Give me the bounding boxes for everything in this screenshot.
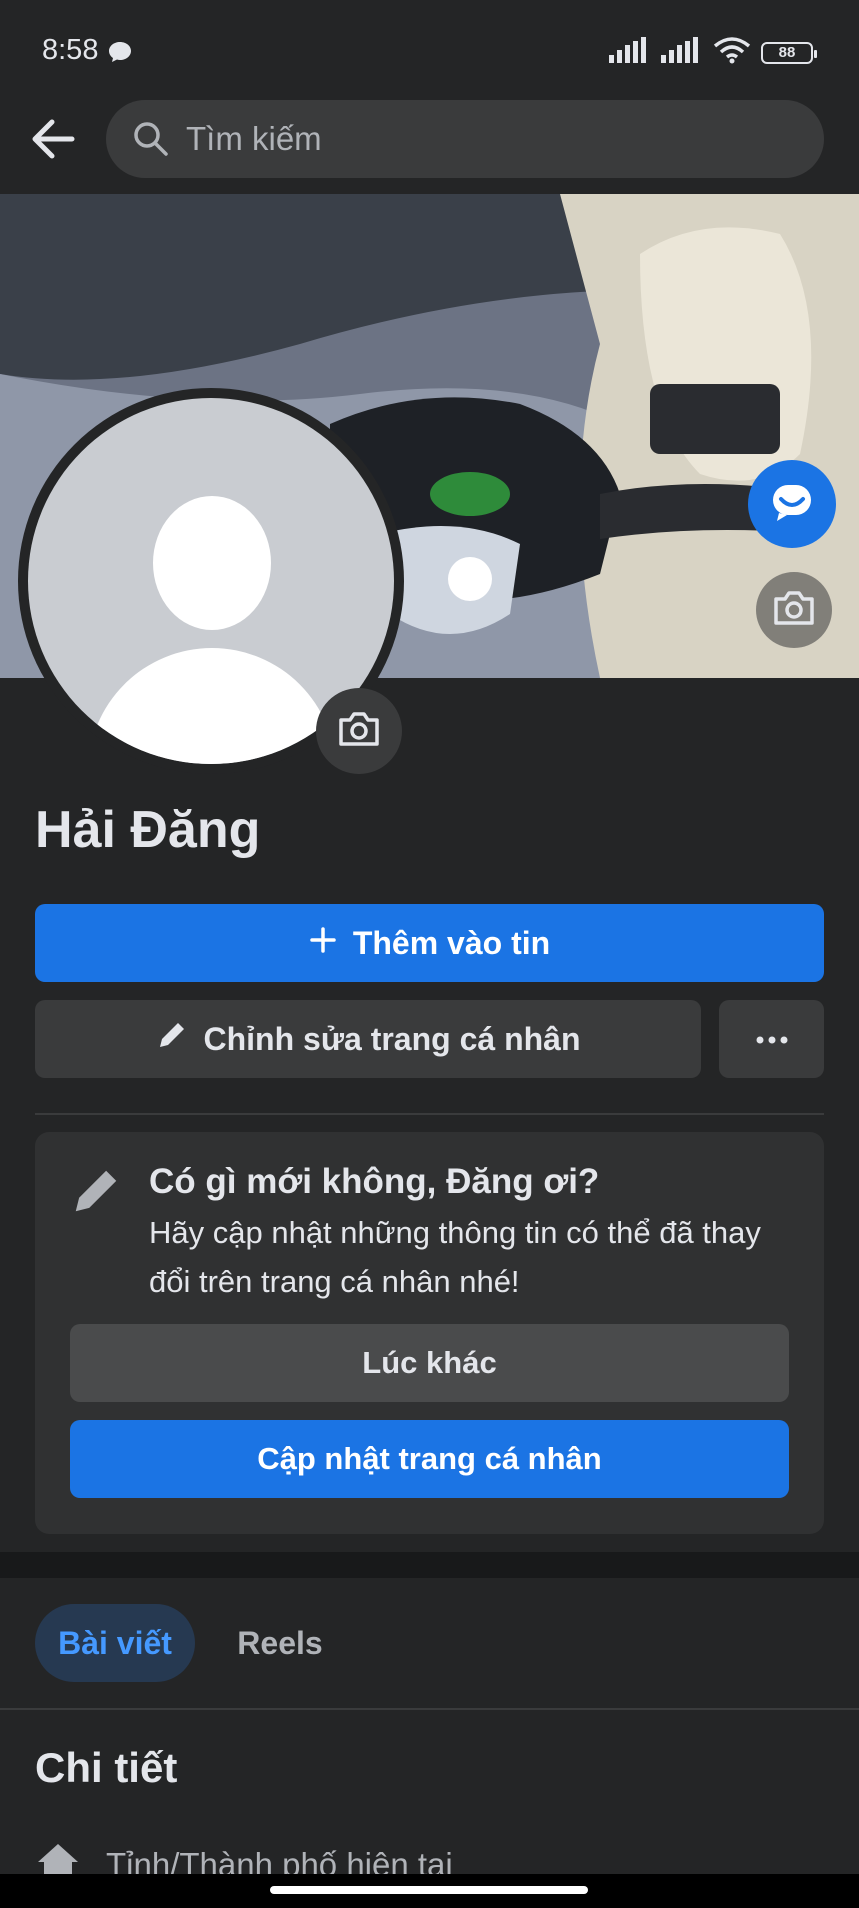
plus-icon <box>309 925 337 962</box>
edit-profile-label: Chỉnh sửa trang cá nhân <box>203 1020 581 1057</box>
search-input[interactable] <box>184 116 788 162</box>
battery-icon: 88 <box>761 41 817 64</box>
top-nav <box>0 96 859 196</box>
tab-reels[interactable]: Reels <box>210 1604 350 1682</box>
home-indicator[interactable] <box>270 1886 588 1894</box>
profile-tabs: Bài viết Reels <box>0 1578 859 1708</box>
avatar-body-shape <box>88 648 336 764</box>
camera-icon <box>772 589 816 632</box>
pencil-icon <box>69 1164 123 1223</box>
divider <box>35 1113 824 1115</box>
profile-name: Hải Đăng <box>35 801 261 859</box>
system-nav-bar <box>0 1874 859 1908</box>
signal-icon <box>609 37 651 68</box>
back-arrow-icon[interactable] <box>28 114 78 164</box>
status-bar: 8:58 88 <box>0 0 859 100</box>
messenger-icon <box>769 479 815 530</box>
edit-cover-button[interactable] <box>756 572 832 648</box>
details-title: Chi tiết <box>35 1744 178 1791</box>
divider <box>0 1708 859 1710</box>
edit-profile-button[interactable]: Chỉnh sửa trang cá nhân <box>35 1000 701 1078</box>
tab-posts[interactable]: Bài viết <box>35 1604 195 1682</box>
camera-icon <box>337 710 381 753</box>
chat-notification-icon <box>107 40 133 69</box>
search-bar[interactable] <box>106 100 824 178</box>
messenger-button[interactable] <box>748 460 836 548</box>
card-title: Có gì mới không, Đăng ơi? <box>149 1162 600 1201</box>
add-story-button[interactable]: Thêm vào tin <box>35 904 824 982</box>
status-indicators: 88 <box>609 36 817 69</box>
search-icon <box>132 120 170 163</box>
more-dots-icon <box>756 1032 788 1047</box>
pencil-icon <box>156 1019 188 1059</box>
profile-update-card: Có gì mới không, Đăng ơi? Hãy cập nhật n… <box>35 1132 824 1534</box>
avatar-head-shape <box>153 496 271 630</box>
later-button[interactable]: Lúc khác <box>70 1324 789 1402</box>
more-options-button[interactable] <box>719 1000 824 1078</box>
signal-2-icon <box>661 37 703 68</box>
card-description: Hãy cập nhật những thông tin có thể đã t… <box>149 1215 761 1299</box>
update-profile-button[interactable]: Cập nhật trang cá nhân <box>70 1420 789 1498</box>
add-story-label: Thêm vào tin <box>352 924 551 961</box>
status-time: 8:58 <box>42 34 99 66</box>
edit-avatar-button[interactable] <box>316 688 402 774</box>
wifi-icon <box>713 36 751 69</box>
section-separator <box>0 1552 859 1578</box>
